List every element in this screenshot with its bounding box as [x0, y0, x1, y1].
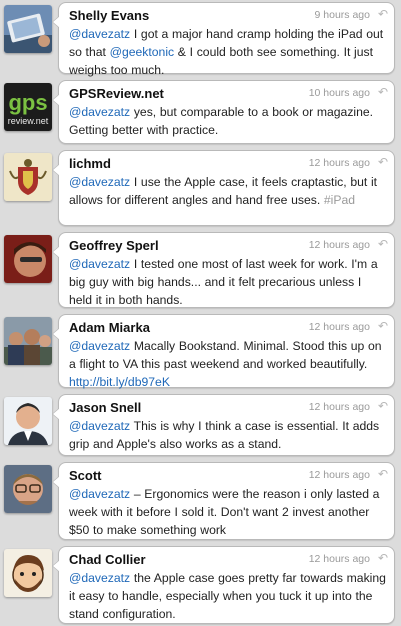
mention-link[interactable]: @davezatz — [69, 257, 130, 271]
reply-arrow-icon[interactable]: ↶ — [378, 552, 388, 564]
gps-logo-text: gps — [8, 90, 47, 115]
tweet[interactable]: Shelly Evans 9 hours ago ↶ @davezatz I g… — [0, 0, 401, 78]
person-suit-icon — [4, 397, 52, 445]
avatar[interactable] — [4, 317, 52, 365]
mention-link[interactable]: @davezatz — [69, 27, 130, 41]
avatar[interactable]: gps review.net — [4, 83, 52, 131]
tweet[interactable]: Scott 12 hours ago ↶ @davezatz – Ergonom… — [0, 460, 401, 544]
avatar[interactable] — [4, 397, 52, 445]
tweet-text: @davezatz – Ergonomics were the reason i… — [69, 485, 386, 539]
person-red-icon — [4, 235, 52, 283]
gps-logo-icon: gps review.net — [4, 83, 52, 131]
author-name[interactable]: Shelly Evans — [69, 8, 149, 23]
ipad-photo-icon — [4, 5, 52, 53]
reply-arrow-icon[interactable]: ↶ — [378, 8, 388, 20]
tweet-text: @davezatz I got a major hand cramp holdi… — [69, 25, 386, 79]
tweet[interactable]: Geoffrey Sperl 12 hours ago ↶ @davezatz … — [0, 230, 401, 312]
reply-arrow-icon[interactable]: ↶ — [378, 400, 388, 412]
tweet-text: @davezatz I use the Apple case, it feels… — [69, 173, 386, 209]
tweet-text: @davezatz Macally Bookstand. Minimal. St… — [69, 337, 386, 391]
tweet-bubble: Shelly Evans 9 hours ago ↶ @davezatz I g… — [52, 2, 395, 77]
gps-logo-subtext: review.net — [8, 116, 49, 126]
tweet[interactable]: Adam Miarka 12 hours ago ↶ @davezatz Mac… — [0, 312, 401, 392]
author-name[interactable]: Chad Collier — [69, 552, 146, 567]
mention-link[interactable]: @davezatz — [69, 339, 130, 353]
author-name[interactable]: Scott — [69, 468, 102, 483]
tweet-text: @davezatz I tested one most of last week… — [69, 255, 386, 309]
reply-arrow-icon[interactable]: ↶ — [378, 320, 388, 332]
avatar[interactable] — [4, 465, 52, 513]
mention-link[interactable]: @davezatz — [69, 175, 130, 189]
timestamp[interactable]: 12 hours ago — [309, 469, 370, 481]
timestamp[interactable]: 12 hours ago — [309, 321, 370, 333]
tweet[interactable]: gps review.net GPSReview.net 10 hours ag… — [0, 78, 401, 148]
reply-arrow-icon[interactable]: ↶ — [378, 156, 388, 168]
timestamp[interactable]: 9 hours ago — [315, 9, 370, 21]
mention-link[interactable]: @davezatz — [69, 105, 130, 119]
author-name[interactable]: lichmd — [69, 156, 111, 171]
tweet-bubble: Adam Miarka 12 hours ago ↶ @davezatz Mac… — [52, 314, 395, 391]
tweet-text: @davezatz the Apple case goes pretty far… — [69, 569, 386, 623]
tweet-bubble: Geoffrey Sperl 12 hours ago ↶ @davezatz … — [52, 232, 395, 309]
timeline[interactable]: Shelly Evans 9 hours ago ↶ @davezatz I g… — [0, 0, 401, 626]
mention-link[interactable]: @geektonic — [110, 45, 175, 59]
tweet-bubble: Chad Collier 12 hours ago ↶ @davezatz th… — [52, 546, 395, 624]
mention-link[interactable]: @davezatz — [69, 419, 130, 433]
avatar[interactable] — [4, 153, 52, 201]
mention-link[interactable]: @davezatz — [69, 571, 130, 585]
url-link[interactable]: http://bit.ly/db97eK — [69, 375, 170, 389]
author-name[interactable]: Jason Snell — [69, 400, 141, 415]
cartoon-face-icon — [4, 549, 52, 597]
reply-arrow-icon[interactable]: ↶ — [378, 86, 388, 98]
timestamp[interactable]: 12 hours ago — [309, 157, 370, 169]
author-name[interactable]: Geoffrey Sperl — [69, 238, 159, 253]
author-name[interactable]: GPSReview.net — [69, 86, 164, 101]
person-glasses-icon — [4, 465, 52, 513]
hashtag-link[interactable]: #iPad — [324, 193, 355, 207]
tweet-bubble: lichmd 12 hours ago ↶ @davezatz I use th… — [52, 150, 395, 226]
avatar[interactable] — [4, 5, 52, 53]
timestamp[interactable]: 12 hours ago — [309, 239, 370, 251]
tweet-bubble: Jason Snell 12 hours ago ↶ @davezatz Thi… — [52, 394, 395, 456]
avatar[interactable] — [4, 549, 52, 597]
heraldic-crest-icon — [4, 153, 52, 201]
tweet[interactable]: lichmd 12 hours ago ↶ @davezatz I use th… — [0, 148, 401, 230]
tweet[interactable]: Chad Collier 12 hours ago ↶ @davezatz th… — [0, 544, 401, 626]
timestamp[interactable]: 12 hours ago — [309, 553, 370, 565]
timestamp[interactable]: 10 hours ago — [309, 87, 370, 99]
timestamp[interactable]: 12 hours ago — [309, 401, 370, 413]
mention-link[interactable]: @davezatz — [69, 487, 130, 501]
author-name[interactable]: Adam Miarka — [69, 320, 150, 335]
tweet-text: @davezatz This is why I think a case is … — [69, 417, 386, 453]
reply-arrow-icon[interactable]: ↶ — [378, 238, 388, 250]
reply-arrow-icon[interactable]: ↶ — [378, 468, 388, 480]
group-photo-icon — [4, 317, 52, 365]
tweet-text: @davezatz yes, but comparable to a book … — [69, 103, 386, 139]
tweet-bubble: Scott 12 hours ago ↶ @davezatz – Ergonom… — [52, 462, 395, 540]
tweet[interactable]: Jason Snell 12 hours ago ↶ @davezatz Thi… — [0, 392, 401, 460]
tweet-bubble: GPSReview.net 10 hours ago ↶ @davezatz y… — [52, 80, 395, 144]
avatar[interactable] — [4, 235, 52, 283]
